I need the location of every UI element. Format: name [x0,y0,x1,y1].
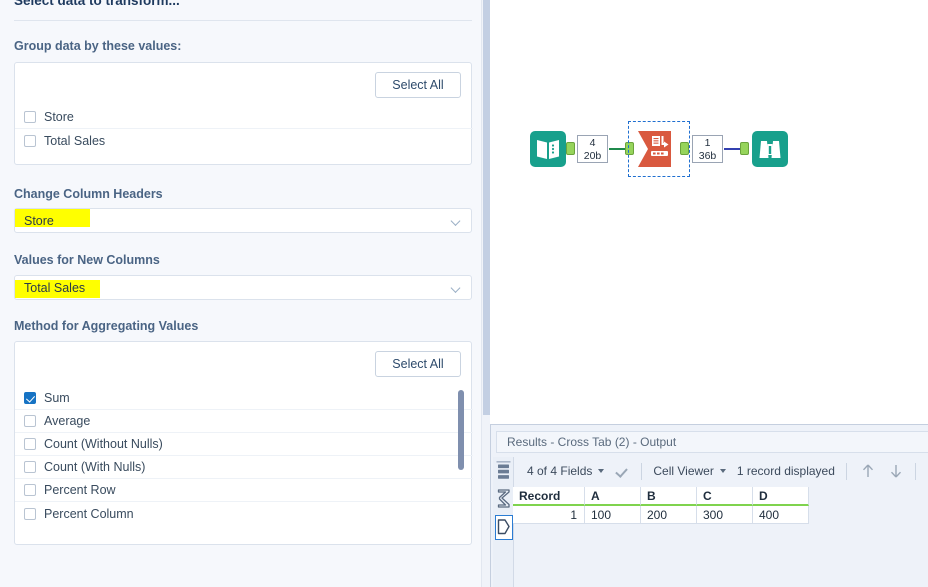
aggregation-method-row[interactable]: Count (Without Nulls) [15,433,473,456]
arrow-down-icon [890,465,901,478]
connection-record-count: 4 [589,137,596,149]
table-rows-icon [496,461,511,479]
aggregation-method-checkbox[interactable] [24,484,36,496]
sigma-summary-icon [497,489,510,508]
scroll-down-button[interactable] [886,461,906,481]
table-header-cell[interactable]: A [585,487,641,506]
group-field-checkbox[interactable] [24,111,36,123]
aggregation-list-scrollbar[interactable] [458,390,464,470]
results-data-view-button[interactable] [495,515,513,540]
aggregation-method-row[interactable]: Average [15,410,473,433]
chevron-down-icon [719,469,726,473]
change-column-headers-label: Change Column Headers [14,187,163,201]
table-header-row: Record A B C D [513,487,928,506]
config-panel-scrollbar-thumb[interactable] [483,0,490,415]
results-table-view-button[interactable] [495,460,513,485]
aggregation-method-checkbox[interactable] [24,461,36,473]
results-panel: Results - Cross Tab (2) - Output 4 of 4 … [490,424,928,587]
aggregation-method-row[interactable]: Count (With Nulls) [15,456,473,479]
aggregation-method-label: Percent Row [44,483,116,497]
aggregation-method-label: Count (Without Nulls) [44,437,163,451]
values-new-columns-label: Values for New Columns [14,253,160,267]
group-field-checkbox[interactable] [24,134,36,147]
group-select-all-button[interactable]: Select All [375,72,461,98]
aggregation-method-label: Percent Column [44,506,134,521]
aggregation-method-checkbox[interactable] [24,415,36,427]
group-field-label: Store [44,110,74,124]
group-field-label: Total Sales [44,133,106,148]
toolbar-divider [914,462,916,480]
book-icon [537,140,559,159]
connection-size: 20b [583,150,602,162]
table-cell: 400 [753,506,809,524]
viewer-label: Cell Viewer [653,464,714,478]
toolbar-divider [845,462,847,480]
aggregation-method-row[interactable]: Percent Row [15,479,473,502]
viewer-selector[interactable]: Cell Viewer [653,464,726,478]
aggregation-method-checkbox[interactable] [24,392,36,404]
table-cell: 200 [641,506,697,524]
aggregation-method-label: Method for Aggregating Values [14,319,199,333]
results-titlebar: Results - Cross Tab (2) - Output [496,431,928,453]
apply-fields-check-icon[interactable] [615,464,630,479]
results-summary-view-button[interactable] [495,486,513,511]
connection-size: 36b [698,150,717,162]
cross-tab-icon [638,131,671,167]
values-new-columns-value: Total Sales [24,280,86,295]
data-shape-icon [497,519,510,535]
binoculars-icon [759,141,781,158]
table-header-cell[interactable]: B [641,487,697,506]
group-data-label: Group data by these values: [14,39,182,53]
aggregation-method-label: Sum [44,391,70,405]
connection-label-2[interactable]: 1 36b [692,135,723,163]
table-cell: 100 [585,506,641,524]
cross-tab-config-panel: Select data to transform... Group data b… [0,0,481,587]
workflow-canvas[interactable]: 4 20b 1 36b [490,0,928,423]
table-row[interactable]: 1 100 200 300 400 [513,506,928,524]
group-data-listbox: Select All Store Total Sales [14,62,473,165]
arrow-up-icon [862,464,873,477]
app-root: Select data to transform... Group data b… [0,0,928,587]
browse-input-port[interactable] [740,142,749,155]
aggregation-select-all-button[interactable]: Select All [375,351,461,377]
aggregation-method-label: Average [44,414,91,428]
panel-divider [14,20,472,21]
input-data-tool[interactable] [530,131,566,167]
config-panel-scrollbar[interactable] [481,0,490,587]
change-column-headers-value: Store [24,213,54,228]
results-title: Results - Cross Tab (2) - Output [507,435,677,449]
table-header-cell[interactable]: C [697,487,753,506]
scroll-up-button[interactable] [858,461,878,481]
results-data-grid: Record A B C D 1 100 200 300 400 [513,487,928,524]
cross-tab-tool[interactable] [635,129,683,169]
table-header-cell[interactable]: Record [513,487,585,506]
chevron-down-icon [452,283,461,292]
aggregation-method-checkbox[interactable] [24,438,36,450]
record-count-label: 1 record displayed [736,464,835,478]
results-toolbar: 4 of 4 Fields Cell Viewer 1 record displ… [513,457,928,485]
connection-label-1[interactable]: 4 20b [577,135,608,163]
results-icon-rail [493,457,514,587]
fields-count-label: 4 of 4 Fields [527,464,593,478]
crosstab-output-port[interactable] [680,142,689,155]
aggregation-method-row[interactable]: Sum [15,387,473,410]
panel-title: Select data to transform... [14,0,180,8]
group-field-row[interactable]: Store [15,106,473,129]
input-output-port[interactable] [566,142,575,155]
browse-tool[interactable] [752,131,788,167]
aggregation-method-checkbox[interactable] [24,507,36,520]
toolbar-divider [641,462,643,480]
chevron-down-icon [452,216,461,225]
group-field-row[interactable]: Total Sales [15,129,473,152]
aggregation-method-row[interactable]: Percent Column [15,502,473,525]
aggregation-method-label: Count (With Nulls) [44,460,146,474]
table-header-cell[interactable]: D [753,487,809,506]
table-cell-record: 1 [513,506,585,524]
table-cell: 300 [697,506,753,524]
chevron-down-icon [598,469,605,473]
connection-record-count: 1 [704,137,711,149]
aggregation-method-listbox: Select All Sum Average Count (Without Nu… [14,341,473,545]
fields-selector[interactable]: 4 of 4 Fields [527,464,605,478]
